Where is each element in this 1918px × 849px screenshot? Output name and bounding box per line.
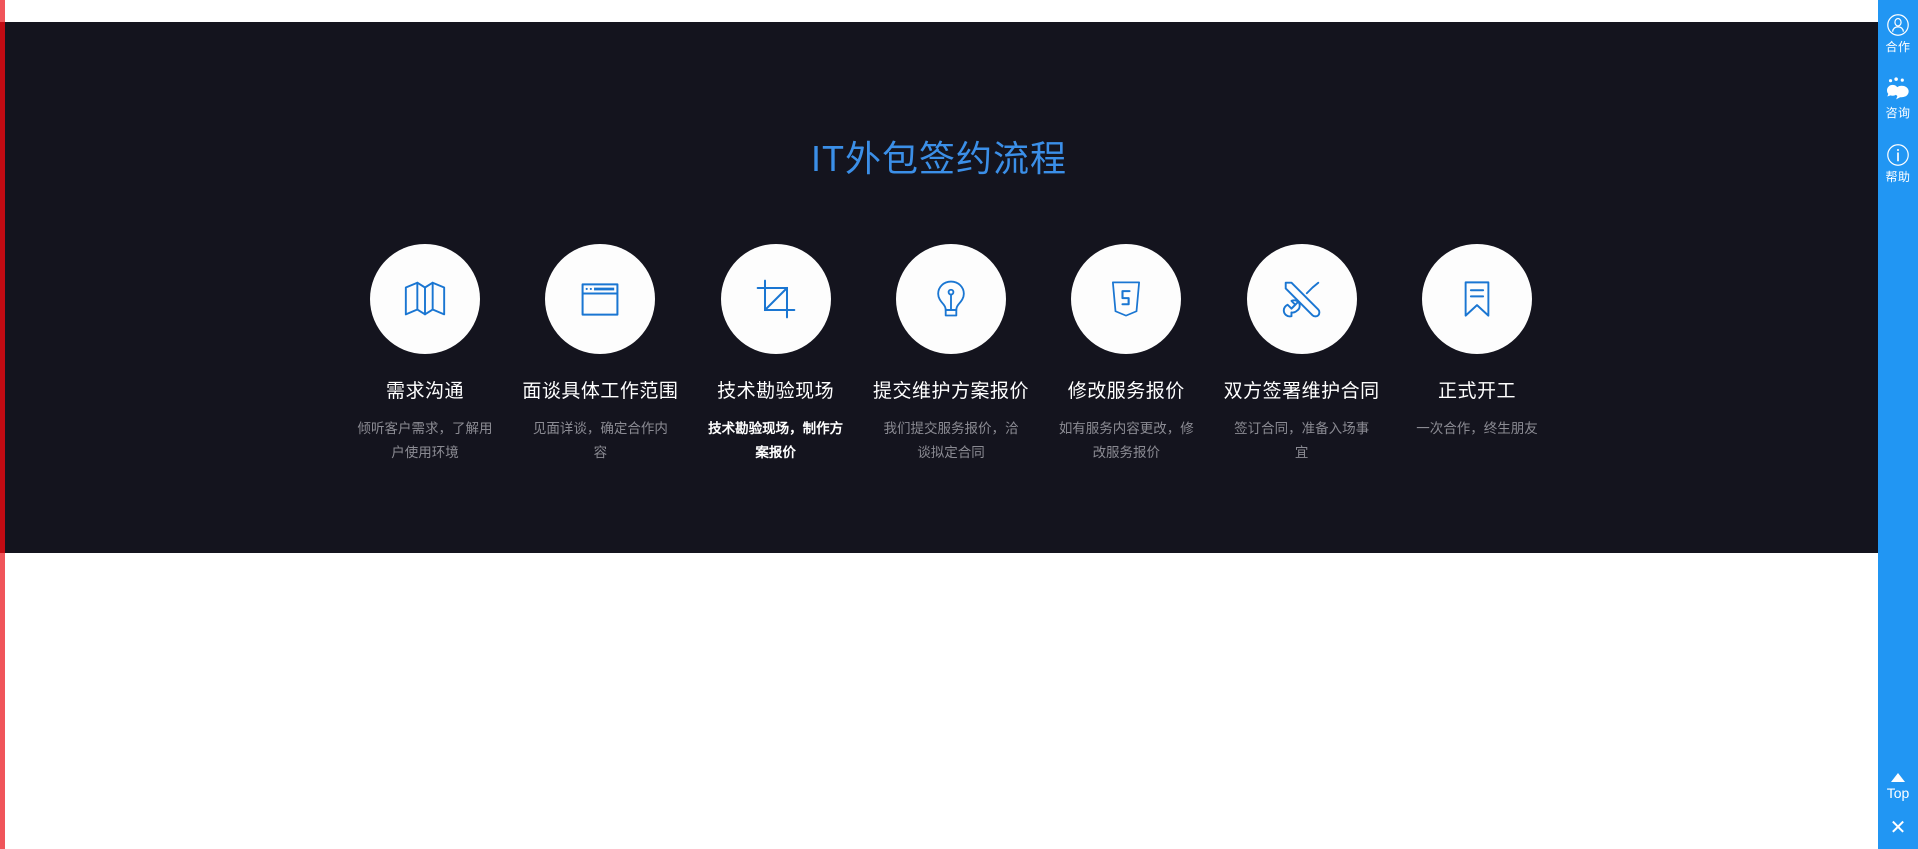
step-icon-circle [1246, 244, 1357, 354]
right-side-widget: 合作 咨询 帮助 Top ✕ [1878, 0, 1918, 849]
side-widget-item-label: 合作 [1885, 40, 1911, 54]
chat-bubbles-icon [1884, 76, 1912, 104]
step-title: 技术勘验现场 [717, 381, 835, 402]
process-step[interactable]: 面谈具体工作范围 见面详谈，确定合作内容 [515, 244, 685, 465]
lightbulb-icon [929, 277, 973, 321]
process-step[interactable]: 双方签署维护合同 签订合同，准备入场事宜 [1217, 244, 1387, 465]
step-description: 如有服务内容更改，修改服务报价 [1058, 421, 1194, 460]
caret-up-icon [1891, 773, 1905, 782]
step-description: 倾听客户需求，了解用户使用环境 [357, 421, 493, 460]
step-icon-circle [370, 244, 480, 354]
step-icon-circle [545, 244, 656, 354]
scroll-to-top-label: Top [1886, 785, 1910, 801]
process-section-title: IT外包签约流程 [811, 138, 1067, 179]
info-circle-icon [1885, 142, 1911, 168]
step-title: 面谈具体工作范围 [522, 381, 679, 402]
step-title: 提交维护方案报价 [872, 381, 1029, 402]
process-section: IT外包签约流程 需求沟通 倾听客户需求，了解用户使用环境 面谈具体工作范围 见… [0, 22, 1878, 553]
step-icon-circle [895, 244, 1006, 354]
process-steps-row: 需求沟通 倾听客户需求，了解用户使用环境 面谈具体工作范围 见面详谈，确定合作内… [340, 244, 1562, 465]
process-step[interactable]: 正式开工 一次合作，终生朋友 [1392, 244, 1562, 441]
crop-icon [754, 277, 798, 321]
map-icon [402, 276, 448, 322]
cases-section: 经典案例 精选客户案例，分享创意与智慧 教育行业案例 教育行业案例 制造商业案例… [0, 553, 1878, 849]
html5-shield-icon [1105, 278, 1147, 320]
browser-window-icon [578, 277, 622, 321]
step-icon-circle [1071, 244, 1182, 354]
process-step-active[interactable]: 技术勘验现场 技术勘验现场，制作方案报价 [691, 244, 861, 465]
step-title: 正式开工 [1437, 381, 1516, 402]
side-widget-item-help[interactable]: 帮助 [1878, 142, 1918, 184]
side-widget-item-label: 咨询 [1885, 106, 1911, 120]
process-step[interactable]: 需求沟通 倾听客户需求，了解用户使用环境 [340, 244, 510, 465]
step-description: 一次合作，终生朋友 [1416, 421, 1538, 436]
step-description: 我们提交服务报价，洽谈拟定合同 [883, 421, 1019, 460]
process-step[interactable]: 提交维护方案报价 我们提交服务报价，洽谈拟定合同 [866, 244, 1036, 465]
page-root: IT外包签约流程 需求沟通 倾听客户需求，了解用户使用环境 面谈具体工作范围 见… [0, 0, 1918, 849]
close-widget-button[interactable]: ✕ [1878, 817, 1918, 839]
side-widget-item-cooperation[interactable]: 合作 [1878, 12, 1918, 54]
side-widget-item-consult[interactable]: 咨询 [1878, 76, 1918, 120]
step-title: 修改服务报价 [1067, 381, 1185, 402]
step-description: 技术勘验现场，制作方案报价 [708, 421, 844, 460]
tools-icon [1279, 276, 1325, 322]
side-widget-item-label: 帮助 [1885, 170, 1911, 184]
step-icon-circle [1421, 244, 1532, 354]
step-description: 见面详谈，确定合作内容 [532, 421, 668, 460]
user-circle-icon [1885, 12, 1911, 38]
step-title: 需求沟通 [385, 381, 464, 402]
bookmark-icon [1456, 278, 1498, 320]
left-edge-accent-strip-dark [0, 22, 5, 553]
scroll-to-top-button[interactable]: Top [1878, 773, 1918, 801]
step-description: 签订合同，准备入场事宜 [1234, 421, 1370, 460]
step-icon-circle [720, 244, 831, 354]
process-step[interactable]: 修改服务报价 如有服务内容更改，修改服务报价 [1041, 244, 1211, 465]
step-title: 双方签署维护合同 [1223, 381, 1380, 402]
